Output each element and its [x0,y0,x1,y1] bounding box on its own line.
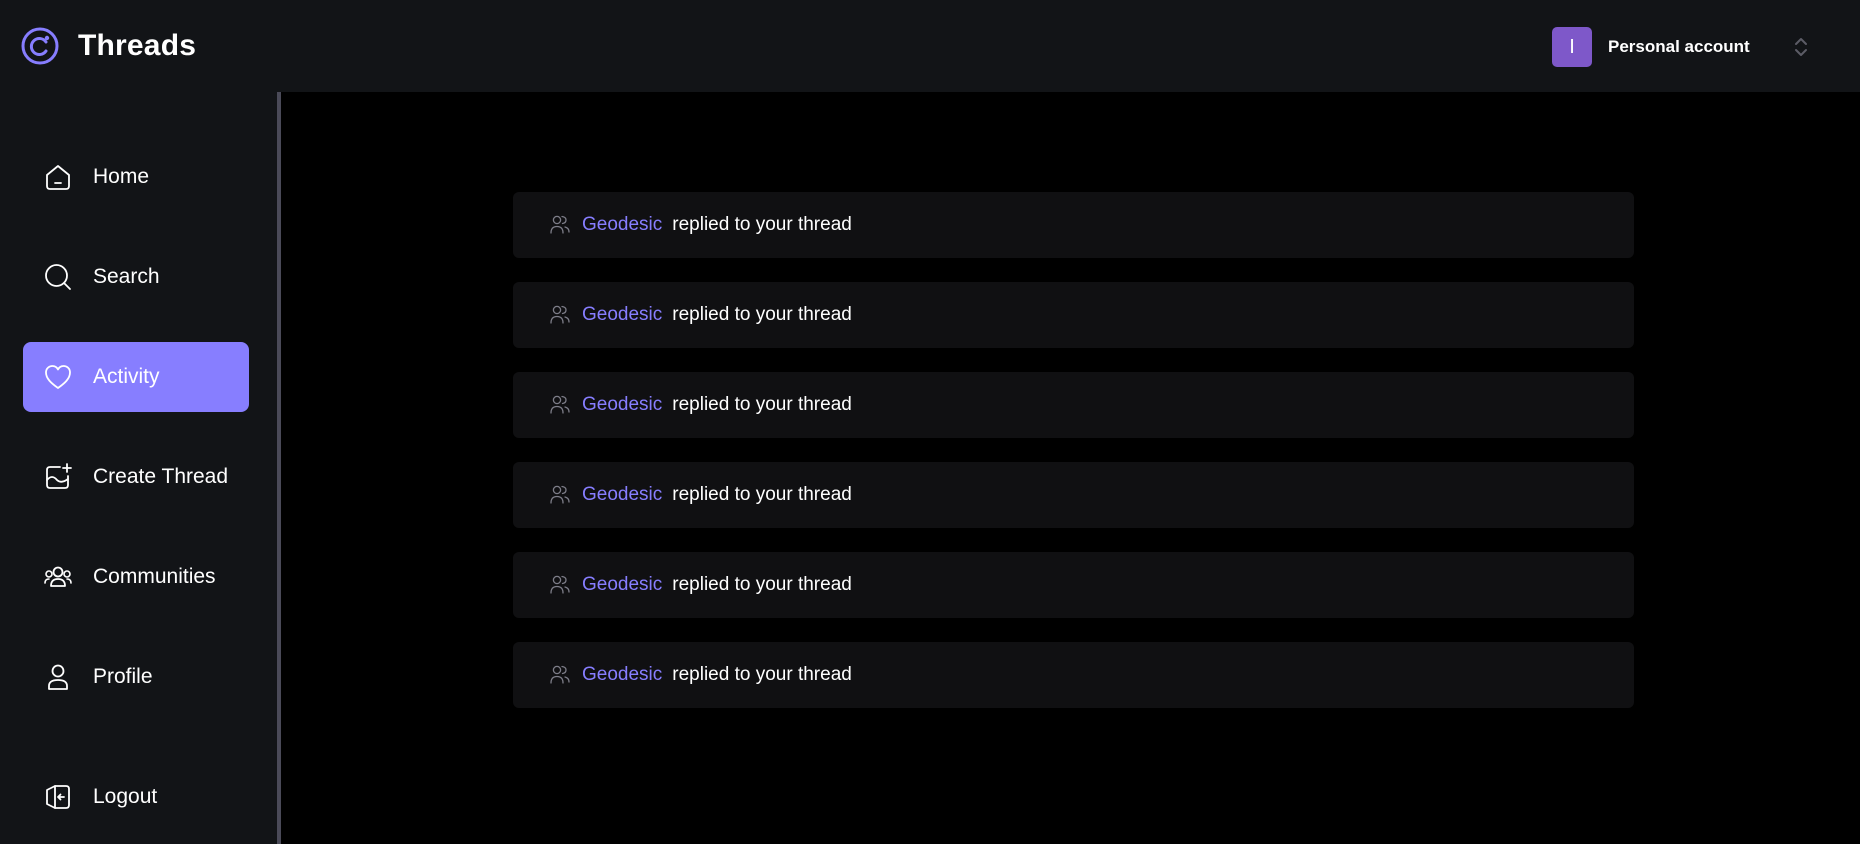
activity-feed: Geodesic replied to your thread Geodesic… [281,92,1860,844]
users-icon [550,485,570,504]
activity-text: replied to your thread [672,304,852,325]
activity-user-link[interactable]: Geodesic [582,304,662,326]
logout-label: Logout [93,785,158,808]
activity-text: replied to your thread [672,574,852,595]
sidebar-item-label: Home [93,165,150,188]
sidebar-item-label: Create Thread [93,465,229,488]
sidebar-item-label: Communities [93,565,216,588]
activity-item[interactable]: Geodesic replied to your thread [513,552,1634,618]
logout-button[interactable]: Logout [23,762,249,832]
activity-item[interactable]: Geodesic replied to your thread [513,372,1634,438]
activity-text: replied to your thread [672,664,852,685]
user-icon [48,664,68,690]
heart-icon [45,365,71,389]
activity-item[interactable]: Geodesic replied to your thread [513,282,1634,348]
users-icon [550,305,570,324]
sidebar-item-create-thread[interactable]: Create Thread [23,442,249,512]
activity-user-link[interactable]: Geodesic [582,394,662,416]
sidebar-item-home[interactable]: Home [23,142,249,212]
users-icon [550,665,570,684]
users-icon [550,215,570,234]
avatar: I [1552,27,1592,67]
brand[interactable]: Threads [20,26,196,66]
chevron-up-down-icon[interactable] [1790,33,1812,61]
search-icon [45,264,71,290]
activity-text: replied to your thread [672,484,852,505]
account-switcher[interactable]: I Personal account [1552,27,1750,67]
sidebar-item-label: Activity [93,365,160,388]
app-title: Threads [78,29,197,62]
users-icon [550,575,570,594]
home-icon [46,165,70,190]
sidebar-item-search[interactable]: Search [23,242,249,312]
sidebar-item-label: Profile [93,665,153,688]
sidebar-item-activity[interactable]: Activity [23,342,249,412]
activity-item[interactable]: Geodesic replied to your thread [513,192,1634,258]
activity-item[interactable]: Geodesic replied to your thread [513,642,1634,708]
sidebar-item-communities[interactable]: Communities [23,542,249,612]
sidebar-item-profile[interactable]: Profile [23,642,249,712]
activity-user-link[interactable]: Geodesic [582,214,662,236]
create-thread-icon [46,463,72,489]
activity-item[interactable]: Geodesic replied to your thread [513,462,1634,528]
logout-icon [46,785,70,809]
communities-icon [44,566,72,587]
sidebar: Home Search Activity Create Thread Commu… [0,92,281,844]
activity-user-link[interactable]: Geodesic [582,664,662,686]
activity-text: replied to your thread [672,214,852,235]
activity-user-link[interactable]: Geodesic [582,574,662,596]
activity-text: replied to your thread [672,394,852,415]
account-name: Personal account [1608,37,1750,56]
sidebar-item-label: Search [93,265,160,288]
threads-logo-icon [21,27,59,65]
users-icon [550,395,570,414]
activity-user-link[interactable]: Geodesic [582,484,662,506]
top-bar: Threads I Personal account [0,0,1860,92]
